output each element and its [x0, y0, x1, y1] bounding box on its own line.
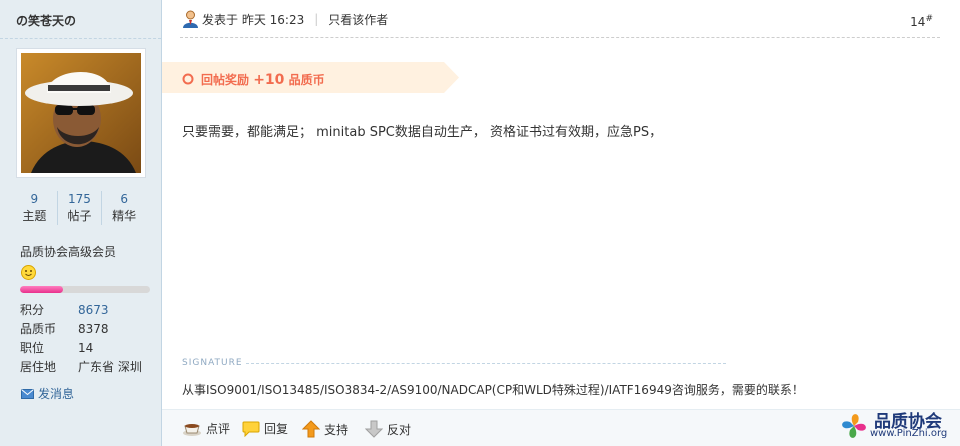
info-value: 广东省 深圳	[78, 360, 142, 374]
envelope-icon	[21, 388, 34, 399]
coffee-cup-icon	[183, 423, 201, 436]
user-group[interactable]: 品质协会高级会员	[20, 243, 116, 260]
signature-divider	[246, 363, 726, 364]
arrow-down-icon	[365, 420, 383, 438]
signature-label: SIGNATURE	[182, 358, 243, 368]
reply-reward-banner: 回帖奖励 +10 品质币	[162, 62, 459, 93]
online-user-icon	[183, 10, 198, 28]
avatar-image	[21, 53, 141, 173]
comment-label: 点评	[206, 422, 231, 436]
info-row: 居住地 广东省 深圳	[20, 358, 142, 377]
stat-digest[interactable]: 6 精华	[101, 191, 146, 225]
info-value[interactable]: 8673	[78, 301, 109, 320]
post-time: 发表于 昨天 16:23	[202, 12, 305, 27]
reply-button[interactable]: 回复	[242, 420, 288, 437]
logo-url: www.PinZhi.org	[870, 428, 948, 439]
support-label: 支持	[324, 422, 349, 437]
info-value: 14	[78, 341, 94, 355]
reward-text: 回帖奖励 +10 品质币	[201, 71, 325, 88]
post-body: 发表于 昨天 16:23 | 只看该作者 14# 回帖奖励 +10 品质币 只要…	[162, 0, 960, 446]
info-row: 积分 8673	[20, 301, 142, 320]
author-sidebar: の笑苍天の 9 主题 175 帖子 6 精华 品质协会高级会员 积分 8673 …	[0, 0, 162, 446]
floor-mark: #	[925, 14, 933, 24]
send-message-label: 发消息	[38, 387, 75, 401]
arrow-up-icon	[302, 420, 320, 438]
info-row: 职位 14	[20, 339, 142, 358]
rank-progress-bar	[20, 286, 150, 293]
reward-label: 回帖奖励	[201, 73, 250, 87]
reward-circle-icon	[182, 73, 194, 85]
author-name[interactable]: の笑苍天の	[16, 12, 76, 29]
info-key: 积分	[20, 303, 45, 317]
oppose-label: 反对	[387, 422, 412, 437]
info-key: 职位	[20, 341, 45, 355]
oppose-button[interactable]: 反对	[365, 420, 411, 438]
signature-text: 从事ISO9001/ISO13485/ISO3834-2/AS9100/NADC…	[182, 383, 804, 397]
reply-label: 回复	[264, 422, 289, 436]
speech-bubble-icon	[242, 421, 260, 437]
info-row: 品质币 8378	[20, 320, 142, 339]
user-info: 积分 8673 品质币 8378 职位 14 居住地 广东省 深圳	[20, 301, 142, 377]
reward-unit: 品质币	[288, 73, 325, 87]
view-author-only-link[interactable]: 只看该作者	[328, 11, 388, 28]
stat-posts[interactable]: 175 帖子	[56, 191, 102, 225]
post-content: 只要需要，都能满足； minitab SPC数据自动生产， 资格证书过有效期，应…	[182, 125, 663, 140]
user-stats: 9 主题 175 帖子 6 精华	[12, 191, 146, 225]
info-key: 居住地	[20, 360, 57, 374]
info-key: 品质币	[20, 322, 57, 336]
rank-progress-fill	[20, 286, 63, 293]
support-button[interactable]: 支持	[302, 420, 348, 438]
comment-button[interactable]: 点评	[182, 420, 230, 437]
pinzhi-logo: 品质协会 www.PinZhi.org	[836, 406, 954, 446]
pinwheel-logo-icon	[842, 414, 866, 438]
smiley-icon	[21, 265, 36, 280]
send-message-link[interactable]: 发消息	[21, 385, 74, 402]
header-separator: |	[314, 12, 319, 26]
sidebar-divider	[0, 38, 161, 39]
info-value: 8378	[78, 322, 109, 336]
post-header: 发表于 昨天 16:23 | 只看该作者	[182, 10, 388, 28]
reward-amount: +10	[253, 72, 285, 88]
stat-threads[interactable]: 9 主题	[12, 191, 57, 225]
header-divider	[180, 37, 940, 38]
avatar[interactable]	[16, 48, 146, 178]
floor-number[interactable]: 14#	[910, 14, 933, 29]
